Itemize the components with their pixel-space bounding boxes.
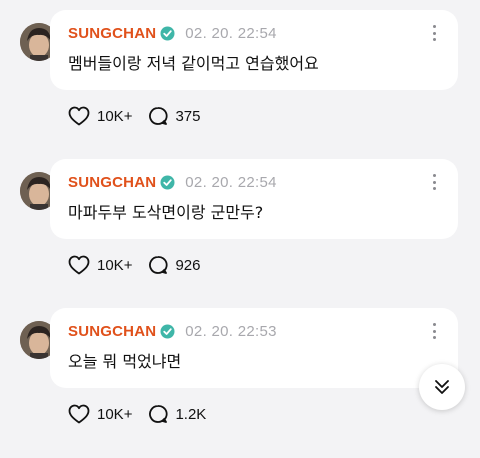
heart-icon bbox=[68, 255, 90, 275]
comment-count: 926 bbox=[175, 256, 201, 274]
author-name[interactable]: SUNGCHAN bbox=[68, 323, 156, 340]
heart-icon bbox=[68, 404, 90, 424]
message-bubble: SUNGCHAN 02. 20. 22:54 마파두부 도삭면이랑 군만두? bbox=[50, 159, 458, 239]
like-button[interactable]: 10K+ bbox=[68, 255, 132, 275]
scroll-down-button[interactable] bbox=[419, 364, 465, 410]
like-count: 10K+ bbox=[97, 107, 133, 125]
comment-button[interactable]: 1.2K bbox=[148, 404, 206, 424]
more-vertical-icon[interactable] bbox=[432, 25, 436, 41]
verified-badge-icon bbox=[160, 26, 175, 41]
verified-badge-icon bbox=[160, 324, 175, 339]
like-count: 10K+ bbox=[97, 405, 133, 423]
post-actions: 10K+ 926 bbox=[68, 253, 200, 277]
post-header: SUNGCHAN 02. 20. 22:53 bbox=[68, 320, 277, 342]
more-vertical-icon[interactable] bbox=[432, 323, 436, 339]
message-text: 멤버들이랑 저녁 같이먹고 연습했어요 bbox=[68, 54, 319, 73]
double-chevron-down-icon bbox=[435, 380, 449, 394]
more-vertical-icon[interactable] bbox=[432, 174, 436, 190]
comment-button[interactable]: 926 bbox=[148, 255, 200, 275]
post-header: SUNGCHAN 02. 20. 22:54 bbox=[68, 22, 277, 44]
post-actions: 10K+ 1.2K bbox=[68, 402, 206, 426]
post-header: SUNGCHAN 02. 20. 22:54 bbox=[68, 171, 277, 193]
comment-bubble-icon bbox=[149, 107, 169, 125]
message-bubble: SUNGCHAN 02. 20. 22:53 오늘 뭐 먹었냐면 bbox=[50, 308, 458, 388]
comment-bubble-icon bbox=[149, 405, 169, 423]
post-timestamp: 02. 20. 22:53 bbox=[185, 322, 277, 340]
post-actions: 10K+ 375 bbox=[68, 104, 200, 128]
like-button[interactable]: 10K+ bbox=[68, 106, 132, 126]
like-count: 10K+ bbox=[97, 256, 133, 274]
heart-icon bbox=[68, 106, 90, 126]
author-name[interactable]: SUNGCHAN bbox=[68, 25, 156, 42]
comment-count: 1.2K bbox=[175, 405, 207, 423]
comment-button[interactable]: 375 bbox=[148, 106, 200, 126]
post-item: SUNGCHAN 02. 20. 22:54 멤버들이랑 저녁 같이먹고 연습했… bbox=[0, 10, 480, 160]
post-item: SUNGCHAN 02. 20. 22:54 마파두부 도삭면이랑 군만두? 1… bbox=[0, 159, 480, 309]
comment-count: 375 bbox=[175, 107, 201, 125]
post-timestamp: 02. 20. 22:54 bbox=[185, 24, 277, 42]
message-bubble: SUNGCHAN 02. 20. 22:54 멤버들이랑 저녁 같이먹고 연습했… bbox=[50, 10, 458, 90]
post-item: SUNGCHAN 02. 20. 22:53 오늘 뭐 먹었냐면 10K+ 1.… bbox=[0, 308, 480, 458]
message-text: 마파두부 도삭면이랑 군만두? bbox=[68, 203, 264, 222]
post-timestamp: 02. 20. 22:54 bbox=[185, 173, 277, 191]
verified-badge-icon bbox=[160, 175, 175, 190]
author-name[interactable]: SUNGCHAN bbox=[68, 174, 156, 191]
message-text: 오늘 뭐 먹었냐면 bbox=[68, 352, 182, 371]
comment-bubble-icon bbox=[149, 256, 169, 274]
like-button[interactable]: 10K+ bbox=[68, 404, 132, 424]
